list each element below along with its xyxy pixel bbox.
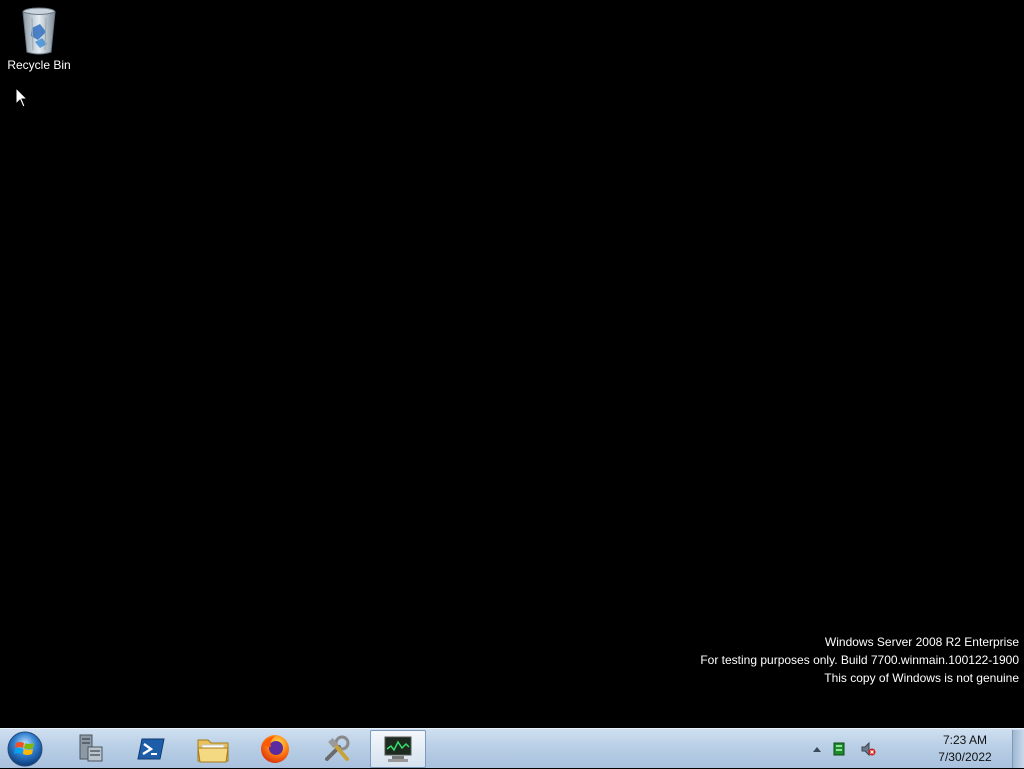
windows-watermark: Windows Server 2008 R2 Enterprise For te… [700,633,1019,687]
taskbar-tools-button[interactable] [309,730,365,768]
volume-muted-icon [861,741,876,757]
clock-date: 7/30/2022 [938,750,992,764]
desktop-icon-label: Recycle Bin [7,58,71,72]
taskbar-server-manager-button[interactable] [62,730,118,768]
watermark-genuine-notice: This copy of Windows is not genuine [824,671,1019,685]
mouse-cursor-icon [15,87,29,108]
tools-icon [325,735,350,761]
taskbar: 7:23 AM 7/30/2022 [0,728,1024,768]
windows-orb-icon [7,731,43,767]
taskbar-clock[interactable]: 7:23 AM 7/30/2022 [930,732,1000,766]
folder-icon [197,739,229,763]
watermark-edition: Windows Server 2008 R2 Enterprise [824,635,1019,649]
tray-volume-button[interactable] [860,741,876,757]
powershell-icon [137,738,165,760]
network-icon [833,742,845,756]
start-button[interactable] [5,730,45,768]
tray-network-icon-button[interactable] [831,741,847,757]
firefox-icon [261,735,289,763]
show-desktop-button[interactable] [1012,730,1024,768]
taskbar-explorer-button[interactable] [185,730,241,768]
chevron-up-icon [813,747,821,752]
server-manager-icon [79,734,103,762]
desktop-icon-recycle-bin[interactable]: Recycle Bin [4,6,74,76]
system-tray: 7:23 AM 7/30/2022 [809,729,1024,769]
taskbar-system-monitor-button[interactable] [370,730,426,768]
clock-time: 7:23 AM [942,733,988,747]
taskbar-firefox-button[interactable] [247,730,303,768]
watermark-build: For testing purposes only. Build 7700.wi… [700,653,1019,667]
recycle-bin-icon [22,7,56,55]
desktop[interactable]: Recycle Bin Windows Server 2008 R2 Enter… [0,0,1024,728]
monitor-icon [384,736,412,762]
taskbar-powershell-button[interactable] [123,730,179,768]
show-hidden-icons-button[interactable] [809,741,825,757]
